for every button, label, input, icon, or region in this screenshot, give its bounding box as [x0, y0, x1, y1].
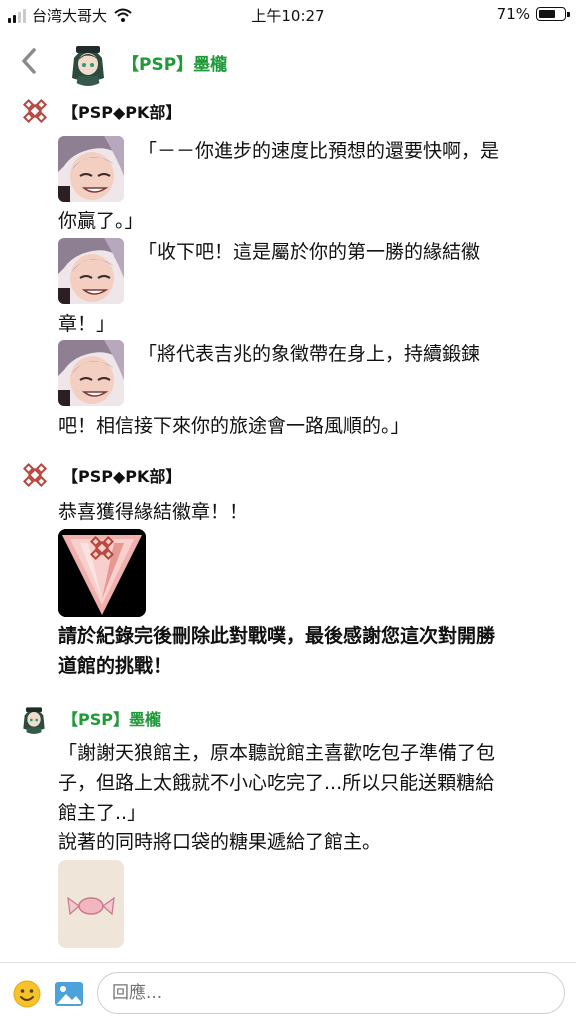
candy-image[interactable] — [58, 860, 124, 948]
page-title: 【PSP】墨櫳 — [122, 55, 228, 75]
message-text: 說著的同時將口袋的糖果遞給了館主。 — [58, 831, 382, 853]
message-text: 「－－你進步的速度比預想的還要快啊，是 — [138, 140, 500, 162]
message-text: 「收下吧！這是屬於你的第一勝的緣結徽 — [138, 241, 481, 263]
smiley-icon[interactable] — [12, 979, 42, 1009]
character-portrait[interactable] — [58, 340, 124, 406]
message-text: 館主了..」 — [58, 802, 147, 824]
character-portrait[interactable] — [58, 136, 124, 202]
sender-name: 【PSP◆PK部】 — [62, 103, 182, 122]
knot-badge-icon — [20, 460, 50, 490]
image-icon[interactable] — [54, 979, 84, 1009]
bond-badge-image[interactable] — [58, 529, 146, 617]
reply-input[interactable] — [97, 972, 565, 1014]
message-text: 章！」 — [58, 313, 116, 335]
message-text: 「謝謝天狼館主，原本聽說館主喜歡吃包子準備了包 — [58, 742, 496, 764]
message-sender: 【PSP◆PK部】 — [20, 96, 181, 126]
avatar[interactable] — [64, 38, 112, 86]
chat-header: 【PSP】墨櫳 — [0, 34, 576, 90]
message-text: 你贏了。」 — [58, 210, 144, 232]
character-portrait[interactable] — [58, 238, 124, 304]
sender-name: 【PSP】墨櫳 — [62, 710, 161, 729]
message-sender: 【PSP◆PK部】 — [20, 460, 181, 490]
battery-percent: 71% — [496, 5, 530, 23]
status-time: 上午10:27 — [251, 7, 325, 25]
sender-name: 【PSP◆PK部】 — [62, 467, 182, 486]
avatar[interactable] — [18, 702, 50, 734]
chevron-left-icon[interactable] — [18, 44, 42, 78]
message-text: 恭喜獲得緣結徽章！！ — [58, 501, 249, 523]
message-sender: 【PSP】墨櫳 — [18, 702, 161, 734]
status-right: 71% — [496, 5, 570, 23]
message-text: 子，但路上太餓就不小心吃完了...所以只能送顆糖給 — [58, 772, 495, 794]
message-text: 吧！相信接下來你的旅途會一路風順的。」 — [58, 415, 410, 437]
reply-bar — [0, 962, 576, 1025]
knot-badge-icon — [20, 96, 50, 126]
status-bar: 台湾大哥大 上午10:27 71% — [0, 0, 576, 30]
message-text: 請於紀錄完後刪除此對戰噗，最後感謝您這次對開勝 — [58, 625, 496, 647]
message-text: 「將代表吉兆的象徵帶在身上，持續鍛鍊 — [138, 343, 481, 365]
message-text: 道館的挑戰！ — [58, 655, 173, 677]
battery-icon — [536, 7, 570, 21]
